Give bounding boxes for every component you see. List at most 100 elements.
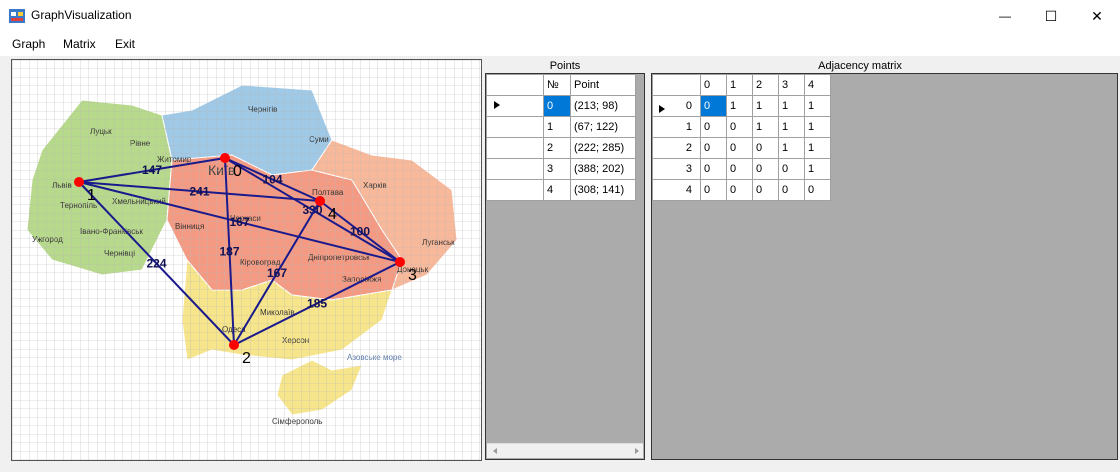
points-hscrollbar[interactable]: [487, 443, 643, 458]
current-row-arrow-icon: [494, 101, 500, 109]
points-row[interactable]: 1 (67; 122): [486, 116, 636, 138]
graph-node-2[interactable]: [229, 340, 239, 350]
matrix-row[interactable]: 400000: [652, 179, 831, 201]
graph-node-3[interactable]: [395, 257, 405, 267]
matrix-grid[interactable]: 01234 001111100111200011300001400000: [651, 73, 1118, 460]
matrix-cell[interactable]: 1: [804, 158, 831, 180]
points-col-point-header[interactable]: Point: [570, 74, 636, 96]
matrix-row-header-label: 3: [685, 163, 692, 175]
matrix-cell[interactable]: 0: [752, 158, 779, 180]
points-cell-number[interactable]: 1: [543, 116, 571, 138]
graph-node-1[interactable]: [74, 177, 84, 187]
matrix-cell[interactable]: 0: [778, 179, 805, 201]
points-cell-number[interactable]: 4: [543, 179, 571, 201]
matrix-col-header[interactable]: 1: [726, 74, 753, 96]
points-row-header[interactable]: [486, 137, 544, 159]
matrix-row-header[interactable]: 0: [652, 95, 701, 117]
menu-exit[interactable]: Exit: [115, 37, 135, 51]
matrix-row[interactable]: 300001: [652, 158, 831, 180]
graph-edge-weight: 185: [307, 297, 327, 311]
maximize-icon: ☐: [1044, 7, 1058, 24]
matrix-cell[interactable]: 1: [752, 95, 779, 117]
matrix-row-header[interactable]: 2: [652, 137, 701, 159]
matrix-table[interactable]: 01234 001111100111200011300001400000: [652, 74, 831, 201]
matrix-cell[interactable]: 0: [778, 158, 805, 180]
matrix-cell[interactable]: 1: [778, 95, 805, 117]
matrix-cell[interactable]: 0: [700, 95, 727, 117]
graph-canvas[interactable]: ЛуцькРівнеЖитомирЧернігівСумиКиївЛьвівТе…: [11, 59, 482, 461]
points-cell-number[interactable]: 2: [543, 137, 571, 159]
matrix-row-header[interactable]: 1: [652, 116, 701, 138]
title-bar: GraphVisualization — ☐ ✕: [0, 0, 1120, 32]
matrix-cell[interactable]: 0: [700, 179, 727, 201]
menu-graph[interactable]: Graph: [12, 37, 45, 51]
matrix-cell[interactable]: 1: [778, 137, 805, 159]
points-grid[interactable]: № Point 0 (213; 98) 1 (67; 122) 2 (222; 285) 3…: [485, 73, 645, 460]
points-table[interactable]: № Point 0 (213; 98) 1 (67; 122) 2 (222; 285) 3…: [486, 74, 636, 201]
matrix-cell[interactable]: 0: [726, 158, 753, 180]
matrix-row-header-label: 4: [685, 184, 692, 196]
graph-edge-weight: 224: [146, 257, 166, 271]
points-row[interactable]: 0 (213; 98): [486, 95, 636, 117]
matrix-label: Adjacency matrix: [818, 60, 902, 72]
points-row[interactable]: 3 (388; 202): [486, 158, 636, 180]
current-row-arrow-icon: [659, 104, 665, 113]
matrix-cell[interactable]: 0: [700, 116, 727, 138]
points-row-header[interactable]: [486, 116, 544, 138]
matrix-row-header[interactable]: 4: [652, 179, 701, 201]
graph-edge-weight: 167: [267, 266, 287, 280]
matrix-col-header[interactable]: 0: [700, 74, 727, 96]
points-row-header[interactable]: [486, 158, 544, 180]
close-button[interactable]: ✕: [1074, 0, 1120, 32]
matrix-cell[interactable]: 0: [726, 116, 753, 138]
matrix-cell[interactable]: 0: [804, 179, 831, 201]
points-cell-point[interactable]: (222; 285): [570, 137, 636, 159]
matrix-cell[interactable]: 0: [752, 179, 779, 201]
matrix-row[interactable]: 200011: [652, 137, 831, 159]
matrix-cell[interactable]: 1: [804, 116, 831, 138]
points-cell-number[interactable]: 0: [543, 95, 571, 117]
points-cell-point[interactable]: (388; 202): [570, 158, 636, 180]
points-cell-point[interactable]: (308; 141): [570, 179, 636, 201]
matrix-col-header[interactable]: 4: [804, 74, 831, 96]
matrix-cell[interactable]: 0: [752, 137, 779, 159]
matrix-col-header[interactable]: 3: [778, 74, 805, 96]
points-col-number-header[interactable]: №: [543, 74, 571, 96]
graph-node-4[interactable]: [315, 196, 325, 206]
matrix-cell[interactable]: 1: [752, 116, 779, 138]
points-row[interactable]: 4 (308; 141): [486, 179, 636, 201]
points-corner-header: [486, 74, 544, 96]
scroll-left-icon: [493, 448, 497, 454]
matrix-cell[interactable]: 1: [804, 137, 831, 159]
graph-edge-weight: 241: [189, 185, 209, 199]
matrix-cell[interactable]: 0: [726, 179, 753, 201]
graph-node-0[interactable]: [220, 153, 230, 163]
points-cell-number[interactable]: 3: [543, 158, 571, 180]
maximize-button[interactable]: ☐: [1028, 0, 1074, 32]
matrix-corner-header: [652, 74, 701, 96]
points-cell-point[interactable]: (213; 98): [570, 95, 636, 117]
graph-node-label: 1: [87, 187, 96, 204]
matrix-row-header-label: 2: [685, 142, 692, 154]
scroll-right-icon: [635, 448, 639, 454]
matrix-cell[interactable]: 0: [700, 137, 727, 159]
points-row-header[interactable]: [486, 179, 544, 201]
points-row[interactable]: 2 (222; 285): [486, 137, 636, 159]
points-cell-point[interactable]: (67; 122): [570, 116, 636, 138]
matrix-row[interactable]: 100111: [652, 116, 831, 138]
matrix-cell[interactable]: 1: [804, 95, 831, 117]
matrix-row[interactable]: 001111: [652, 95, 831, 117]
graph-node-label: 2: [242, 350, 251, 367]
matrix-cell[interactable]: 0: [726, 137, 753, 159]
graph-canvas-svg[interactable]: ЛуцькРівнеЖитомирЧернігівСумиКиївЛьвівТе…: [12, 60, 481, 460]
matrix-row-header-label: 1: [685, 121, 692, 133]
graph-node-label: 3: [408, 267, 417, 284]
matrix-cell[interactable]: 0: [700, 158, 727, 180]
matrix-row-header[interactable]: 3: [652, 158, 701, 180]
matrix-cell[interactable]: 1: [726, 95, 753, 117]
matrix-cell[interactable]: 1: [778, 116, 805, 138]
menu-matrix[interactable]: Matrix: [63, 37, 96, 51]
minimize-button[interactable]: —: [982, 0, 1028, 32]
points-row-header[interactable]: [486, 95, 544, 117]
matrix-col-header[interactable]: 2: [752, 74, 779, 96]
